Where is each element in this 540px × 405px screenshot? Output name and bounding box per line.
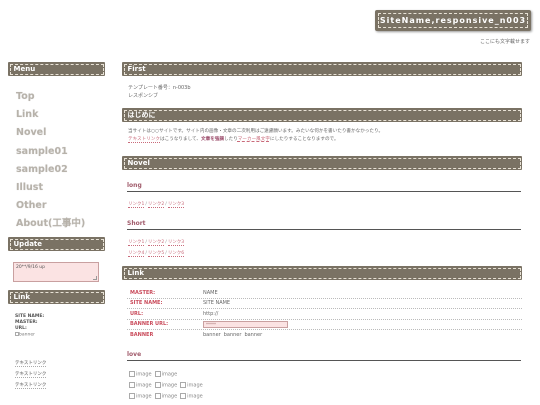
table-row: URL: http://: [127, 309, 522, 320]
short-link-3[interactable]: リンク3: [167, 240, 185, 246]
banner-image-3[interactable]: banner: [244, 332, 262, 338]
text-link-2[interactable]: テキストリンク: [15, 372, 47, 378]
love-heading: love: [127, 351, 521, 361]
image-thumb[interactable]: image: [155, 393, 178, 400]
emphasis-text: 文章を強調: [201, 137, 224, 142]
short-link-6[interactable]: リンク6: [167, 251, 185, 257]
menu-list: Top Link Novel sample01 sample02 Illust …: [16, 88, 85, 234]
menu-heading: Menu: [8, 62, 105, 76]
table-row: BANNER URL: *****: [127, 320, 522, 330]
table-row: SITE NAME: SITE NAME: [127, 299, 522, 309]
image-row-1: image image: [129, 371, 177, 378]
image-thumb[interactable]: image: [129, 371, 152, 378]
menu-item-sample02[interactable]: sample02: [16, 161, 85, 179]
text-link-1[interactable]: テキストリンク: [15, 361, 47, 367]
menu-item-novel[interactable]: Novel: [16, 124, 85, 142]
site-title-box[interactable]: SiteName,responsive_n003: [375, 10, 531, 31]
short-links-row-1: リンク1/リンク2/リンク3: [128, 240, 185, 246]
short-link-5[interactable]: リンク5: [147, 251, 165, 257]
site-name[interactable]: SiteName,responsive_n003: [378, 13, 528, 28]
intro-content: 当サイトは○○サイトです。サイト内の画像・文章の二次利用はご遠慮願います。みたい…: [128, 129, 384, 143]
menu-item-illust[interactable]: Illust: [16, 179, 85, 197]
table-row: MASTER: NAME: [127, 288, 522, 299]
sidebar-link-heading: Link: [8, 290, 105, 304]
short-links-row-2: リンク4/リンク5/リンク6: [128, 251, 185, 257]
menu-item-sample01[interactable]: sample01: [16, 143, 85, 161]
table-row: BANNER banner banner banner: [130, 332, 263, 339]
image-thumb[interactable]: image: [155, 371, 178, 378]
banner-image-2[interactable]: banner: [224, 332, 242, 338]
menu-item-link[interactable]: Link: [16, 106, 85, 124]
long-link-3[interactable]: リンク3: [167, 202, 185, 208]
first-heading: First: [122, 62, 522, 76]
intro-heading: はじめに: [122, 108, 522, 122]
short-link-2[interactable]: リンク2: [147, 240, 165, 246]
short-link-4[interactable]: リンク4: [128, 251, 145, 257]
image-row-3: image image image: [129, 393, 203, 400]
image-thumb[interactable]: image: [129, 382, 152, 389]
menu-item-other[interactable]: Other: [16, 197, 85, 215]
link-table: MASTER: NAME SITE NAME: SITE NAME URL: h…: [127, 288, 522, 341]
banner-image[interactable]: banner: [15, 332, 44, 339]
image-thumb[interactable]: image: [180, 382, 203, 389]
long-heading: long: [127, 182, 521, 192]
sidebar-link-info: SITE NAME: MASTER: URL: banner: [15, 314, 44, 339]
sidebar-text-links: テキストリンク テキストリンク テキストリンク: [15, 358, 47, 391]
banner-images: banner banner banner: [203, 332, 262, 338]
resize-handle-icon[interactable]: [93, 276, 97, 280]
text-link-3[interactable]: テキストリンク: [15, 383, 47, 389]
link-heading: Link: [122, 266, 522, 280]
intro-text-link[interactable]: テキストリンク: [128, 137, 161, 143]
update-heading: Update: [8, 237, 105, 251]
image-thumb[interactable]: image: [129, 393, 152, 400]
image-thumb[interactable]: image: [155, 382, 178, 389]
update-text: 20**/9/16 up: [16, 265, 45, 270]
image-thumb[interactable]: image: [180, 393, 203, 400]
long-link-1[interactable]: リンク1: [128, 202, 145, 208]
banner-url-input[interactable]: *****: [203, 320, 288, 328]
novel-heading: Novel: [122, 156, 522, 170]
first-content: テンプレート番号：n-003b レスポンシブ: [128, 85, 191, 99]
long-links: リンク1/リンク2/リンク3: [128, 202, 185, 208]
short-link-1[interactable]: リンク1: [128, 240, 145, 246]
tagline: ここにも文字載せます: [479, 39, 530, 45]
marker-text: マーカー風文字: [237, 137, 270, 142]
long-link-2[interactable]: リンク2: [147, 202, 165, 208]
banner-image-1[interactable]: banner: [203, 332, 221, 338]
short-heading: Short: [127, 220, 521, 230]
update-textarea[interactable]: 20**/9/16 up: [13, 262, 99, 282]
image-row-2: image image image: [129, 382, 203, 389]
menu-item-top[interactable]: Top: [16, 88, 85, 106]
menu-item-about[interactable]: About(工事中): [16, 215, 85, 233]
